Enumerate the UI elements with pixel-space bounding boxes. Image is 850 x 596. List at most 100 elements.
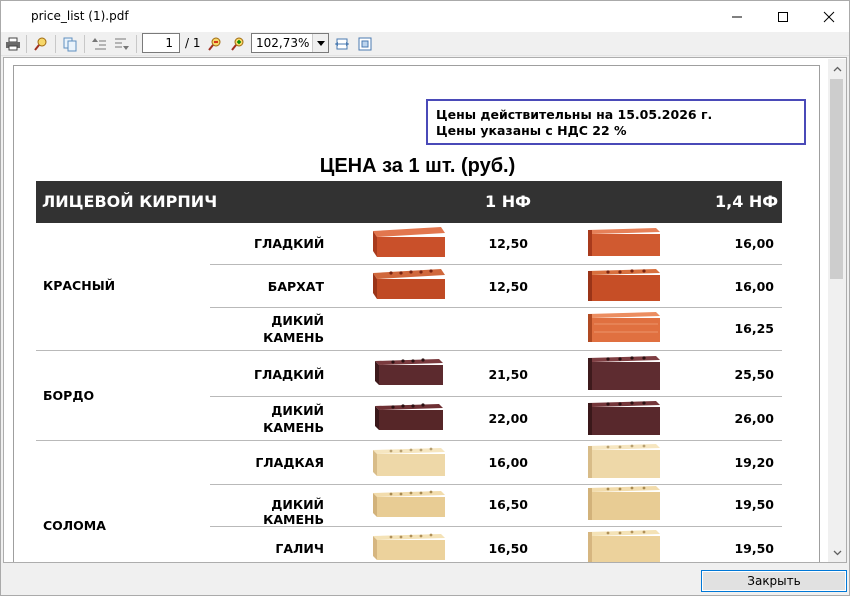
row-type-wild-stone: ДИКИЙ КАМЕНЬ xyxy=(254,312,324,346)
close-button[interactable]: Закрыть xyxy=(701,570,847,592)
price-1nf: 16,50 xyxy=(488,497,528,512)
window-title: price_list (1).pdf xyxy=(31,9,129,23)
pdf-viewer-window: price_list (1).pdf 1 / 1 102,73% Цены де… xyxy=(0,0,850,596)
zoom-out-button[interactable] xyxy=(205,34,225,54)
price-1nf: 16,50 xyxy=(488,541,528,556)
fit-width-icon xyxy=(335,38,349,50)
row-type: ГАЛИЧ xyxy=(275,541,324,556)
brick-bordo-1nf-image xyxy=(375,358,443,385)
document-viewport[interactable]: Цены действительны на 15.05.2026 г. Цены… xyxy=(3,57,847,563)
toolbar: 1 / 1 102,73% xyxy=(1,32,849,56)
brick-bordo-wild-stone-1nf-image xyxy=(375,403,443,430)
close-window-button[interactable] xyxy=(806,1,850,32)
scroll-up-button[interactable] xyxy=(828,60,846,77)
zoom-out-icon xyxy=(208,37,221,51)
previous-page-button[interactable] xyxy=(89,34,109,54)
header-col-1nf: 1 НФ xyxy=(485,192,531,211)
brick-red-velvet-1nf-image xyxy=(373,269,445,299)
chevron-up-icon xyxy=(833,66,841,71)
brick-red-wild-stone-14nf-image xyxy=(588,312,660,342)
zoom-select[interactable]: 102,73% xyxy=(251,33,329,53)
row-type-line: ДИКИЙ xyxy=(271,313,324,328)
brick-straw-wild-stone-1nf-image xyxy=(373,490,445,517)
printer-icon xyxy=(6,37,20,51)
price-14nf: 25,50 xyxy=(734,367,774,382)
row-type-line: КАМЕНЬ xyxy=(263,330,324,345)
scroll-down-button[interactable] xyxy=(828,544,846,561)
brick-straw-1nf-image xyxy=(373,447,445,476)
maximize-button[interactable] xyxy=(760,1,806,32)
bottom-bar: Закрыть xyxy=(1,564,849,595)
group-name: СОЛОМА xyxy=(43,518,106,533)
group-divider xyxy=(36,350,782,351)
chevron-down-icon xyxy=(316,40,325,46)
close-icon xyxy=(823,11,835,22)
minimize-icon xyxy=(732,16,742,17)
price-14nf: 19,50 xyxy=(734,541,774,556)
vertical-scrollbar[interactable] xyxy=(828,59,846,562)
copy-button[interactable] xyxy=(60,34,80,54)
fit-page-button[interactable] xyxy=(355,34,375,54)
page-total: / 1 xyxy=(185,36,201,50)
brick-bordo-14nf-image xyxy=(588,356,660,390)
header-col-14nf: 1,4 НФ xyxy=(715,192,779,211)
maximize-icon xyxy=(778,11,788,22)
page-number-input[interactable]: 1 xyxy=(142,33,180,53)
price-14nf: 16,00 xyxy=(734,236,774,251)
price-title: ЦЕНА за 1 шт. (руб.) xyxy=(319,155,516,177)
brick-straw-wild-stone-14nf-image xyxy=(588,486,660,520)
brick-straw-galich-1nf-image xyxy=(373,533,445,560)
price-validity-notice: Цены действительны на 15.05.2026 г. Цены… xyxy=(426,99,806,145)
price-14nf: 19,50 xyxy=(734,497,774,512)
notice-date: Цены действительны на 15.05.2026 г. xyxy=(436,107,713,122)
page-up-icon xyxy=(92,38,106,50)
price-14nf: 16,25 xyxy=(734,321,774,336)
brick-bordo-wild-stone-14nf-image xyxy=(588,401,660,435)
brick-red-velvet-14nf-image xyxy=(588,269,660,301)
notice-vat: Цены указаны с НДС 22 % xyxy=(436,123,627,138)
row-type: ДИКИЙ КАМЕНЬ xyxy=(263,497,324,527)
brick-red-1nf-image xyxy=(373,227,445,257)
price-14nf: 26,00 xyxy=(734,411,774,426)
zoom-dropdown-button[interactable] xyxy=(312,34,328,52)
group-name: БОРДО xyxy=(43,388,95,403)
table-header: ЛИЦЕВОЙ КИРПИЧ 1 НФ 1,4 НФ xyxy=(36,181,782,223)
row-divider xyxy=(210,484,782,485)
row-type-line: ДИКИЙ xyxy=(271,403,324,418)
scrollbar-thumb[interactable] xyxy=(830,79,843,279)
find-button[interactable] xyxy=(31,34,51,54)
print-button[interactable] xyxy=(3,34,23,54)
row-type: ГЛАДКИЙ xyxy=(254,236,325,251)
price-1nf: 16,00 xyxy=(488,455,528,470)
next-page-button[interactable] xyxy=(112,34,132,54)
chevron-down-icon xyxy=(833,550,841,555)
group-divider xyxy=(36,440,782,441)
fit-page-icon xyxy=(358,37,372,51)
search-icon xyxy=(34,37,47,51)
pdf-page: Цены действительны на 15.05.2026 г. Цены… xyxy=(13,65,820,562)
zoom-in-icon xyxy=(231,37,244,51)
row-type-wild-stone: ДИКИЙ КАМЕНЬ xyxy=(254,402,324,436)
title-bar: price_list (1).pdf xyxy=(1,1,849,32)
price-1nf: 12,50 xyxy=(488,236,528,251)
brick-straw-galich-14nf-image xyxy=(588,530,660,562)
zoom-in-button[interactable] xyxy=(228,34,248,54)
fit-width-button[interactable] xyxy=(332,34,352,54)
row-divider xyxy=(210,396,782,397)
minimize-button[interactable] xyxy=(714,1,760,32)
row-type-line: КАМЕНЬ xyxy=(263,420,324,435)
row-type: ГЛАДКАЯ xyxy=(255,455,324,470)
brick-straw-14nf-image xyxy=(588,444,660,478)
zoom-value: 102,73% xyxy=(256,36,310,50)
row-divider xyxy=(210,307,782,308)
price-14nf: 19,20 xyxy=(734,455,774,470)
row-type: ГЛАДКИЙ xyxy=(254,367,325,382)
group-name: КРАСНЫЙ xyxy=(43,278,116,293)
row-type: БАРХАТ xyxy=(267,279,324,294)
price-1nf: 21,50 xyxy=(488,367,528,382)
header-category: ЛИЦЕВОЙ КИРПИЧ xyxy=(42,192,218,211)
price-14nf: 16,00 xyxy=(734,279,774,294)
row-divider xyxy=(210,264,782,265)
page-down-icon xyxy=(115,38,129,50)
price-1nf: 12,50 xyxy=(488,279,528,294)
